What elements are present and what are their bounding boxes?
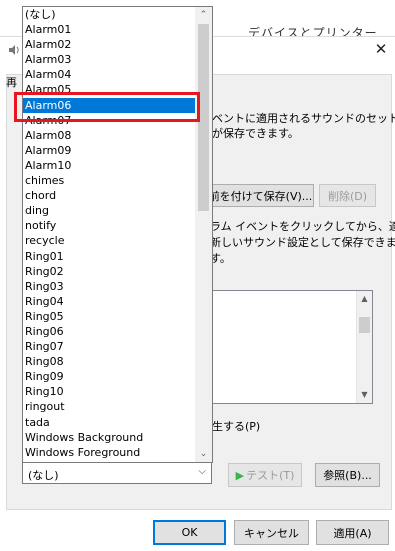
dropdown-item[interactable]: Ring02 — [23, 264, 196, 279]
dropdown-item[interactable]: notify — [23, 218, 196, 233]
instruction-line1: ラム イベントをクリックしてから、適用 — [210, 220, 395, 233]
chevron-up-icon[interactable]: ⌃ — [195, 7, 212, 23]
scheme-description-line1: ベントに適用されるサウンドのセットで — [212, 112, 395, 125]
dropdown-item[interactable]: Windows Background — [23, 430, 196, 445]
instruction-line2: 新しいサウンド設定として保存できま — [210, 236, 395, 249]
speaker-icon — [8, 44, 20, 56]
dropdown-item[interactable]: Ring08 — [23, 354, 196, 369]
delete-button[interactable]: 削除(D) — [319, 184, 376, 207]
dropdown-scrollbar[interactable]: ⌃ ⌄ — [195, 7, 212, 462]
tab-playback[interactable]: 再 — [6, 74, 22, 89]
chevron-down-icon[interactable]: ⌵ — [198, 466, 206, 477]
dropdown-item[interactable]: Ring04 — [23, 294, 196, 309]
dropdown-item[interactable]: Alarm09 — [23, 143, 196, 158]
cancel-button[interactable]: キャンセル — [234, 520, 309, 545]
program-events-list[interactable]: ▲ ▼ — [206, 290, 373, 404]
dropdown-item[interactable]: Ring06 — [23, 324, 196, 339]
scheme-description-line2: が保存できます。 — [212, 127, 299, 140]
close-icon[interactable]: ✕ — [374, 42, 388, 57]
save-as-button[interactable]: 前を付けて保存(V)... — [207, 184, 314, 207]
dropdown-item[interactable]: (なし) — [23, 7, 196, 22]
dropdown-item[interactable]: Ring09 — [23, 369, 196, 384]
ok-button[interactable]: OK — [153, 520, 226, 545]
chevron-down-icon[interactable]: ⌄ — [195, 446, 212, 462]
browse-button[interactable]: 参照(B)... — [315, 463, 380, 487]
dropdown-item[interactable]: Alarm01 — [23, 22, 196, 37]
dropdown-item[interactable]: Ring10 — [23, 384, 196, 399]
play-startup-checkbox-label[interactable]: 生する(P) — [212, 418, 260, 434]
dropdown-item[interactable]: Alarm02 — [23, 37, 196, 52]
dropdown-item[interactable]: chimes — [23, 173, 196, 188]
scroll-thumb[interactable] — [359, 317, 370, 333]
dropdown-item[interactable]: tada — [23, 415, 196, 430]
apply-button[interactable]: 適用(A) — [316, 520, 389, 545]
dropdown-item[interactable]: Ring07 — [23, 339, 196, 354]
sounds-dropdown-list[interactable]: (なし) Alarm01 Alarm02 Alarm03 Alarm04 Alarm05 A… — [22, 6, 213, 463]
dropdown-item[interactable]: Alarm10 — [23, 158, 196, 173]
dropdown-items: (なし) Alarm01 Alarm02 Alarm03 Alarm04 Alarm05 A… — [23, 7, 196, 460]
instruction-line3: す。 — [210, 252, 231, 265]
dropdown-item[interactable]: Alarm03 — [23, 52, 196, 67]
dropdown-item[interactable]: Ring03 — [23, 279, 196, 294]
sounds-combobox[interactable]: (なし) ⌵ — [22, 462, 212, 484]
dropdown-item[interactable]: Ring01 — [23, 249, 196, 264]
sounds-combobox-value: (なし) — [28, 469, 59, 482]
dropdown-item[interactable]: Alarm08 — [23, 128, 196, 143]
dropdown-item[interactable]: chord — [23, 188, 196, 203]
dropdown-item[interactable]: Windows Foreground — [23, 445, 196, 460]
selection-highlight-box — [14, 92, 200, 122]
dropdown-item[interactable]: recycle — [23, 233, 196, 248]
play-icon: ▶ — [235, 468, 245, 482]
dropdown-item[interactable]: Ring05 — [23, 309, 196, 324]
dropdown-item[interactable]: ding — [23, 203, 196, 218]
events-scrollbar[interactable]: ▲ ▼ — [356, 291, 372, 403]
scroll-down-icon[interactable]: ▼ — [357, 387, 372, 403]
dropdown-item[interactable]: ringout — [23, 399, 196, 414]
dropdown-item[interactable]: Alarm04 — [23, 67, 196, 82]
scroll-up-icon[interactable]: ▲ — [357, 291, 372, 307]
test-button[interactable]: ▶ テスト(T) — [228, 463, 302, 487]
